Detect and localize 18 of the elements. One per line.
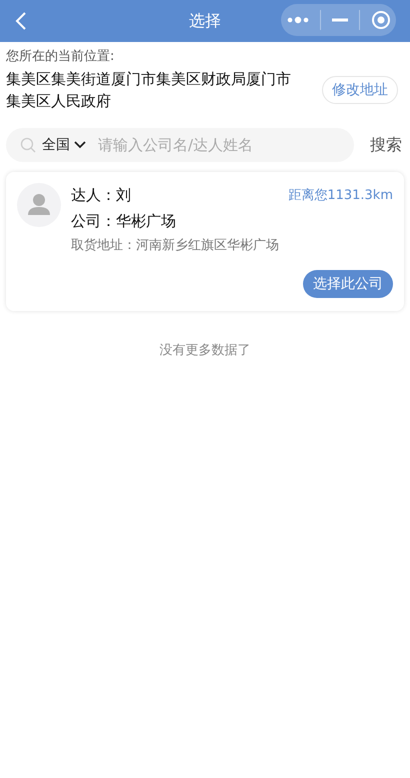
close-icon[interactable] (370, 10, 390, 30)
person-name: 达人：刘 (71, 185, 131, 206)
minimize-icon[interactable] (332, 18, 348, 22)
no-more-data-text: 没有更多数据了 (160, 343, 250, 358)
avatar-icon (17, 183, 61, 227)
search-icon (20, 137, 36, 153)
caret-icon (74, 141, 86, 149)
region-dropdown[interactable]: 全国 (42, 136, 86, 154)
search-button[interactable]: 搜索 (368, 134, 404, 156)
current-address: 集美区集美街道厦门市集美区财政局厦门市集美区人民政府 (6, 69, 292, 112)
page-title: 选择 (189, 10, 221, 32)
distance-text: 距离您1131.3km (288, 187, 393, 204)
pickup-address: 取货地址：河南新乡红旗区华彬广场 (71, 237, 280, 254)
more-icon[interactable] (286, 16, 308, 24)
company-name: 公司：华彬广场 (71, 211, 177, 232)
search-field[interactable]: 全国 请输入公司名/达人姓名 (6, 128, 354, 162)
location-label: 您所在的当前位置: (6, 48, 116, 65)
back-icon[interactable] (14, 11, 28, 31)
